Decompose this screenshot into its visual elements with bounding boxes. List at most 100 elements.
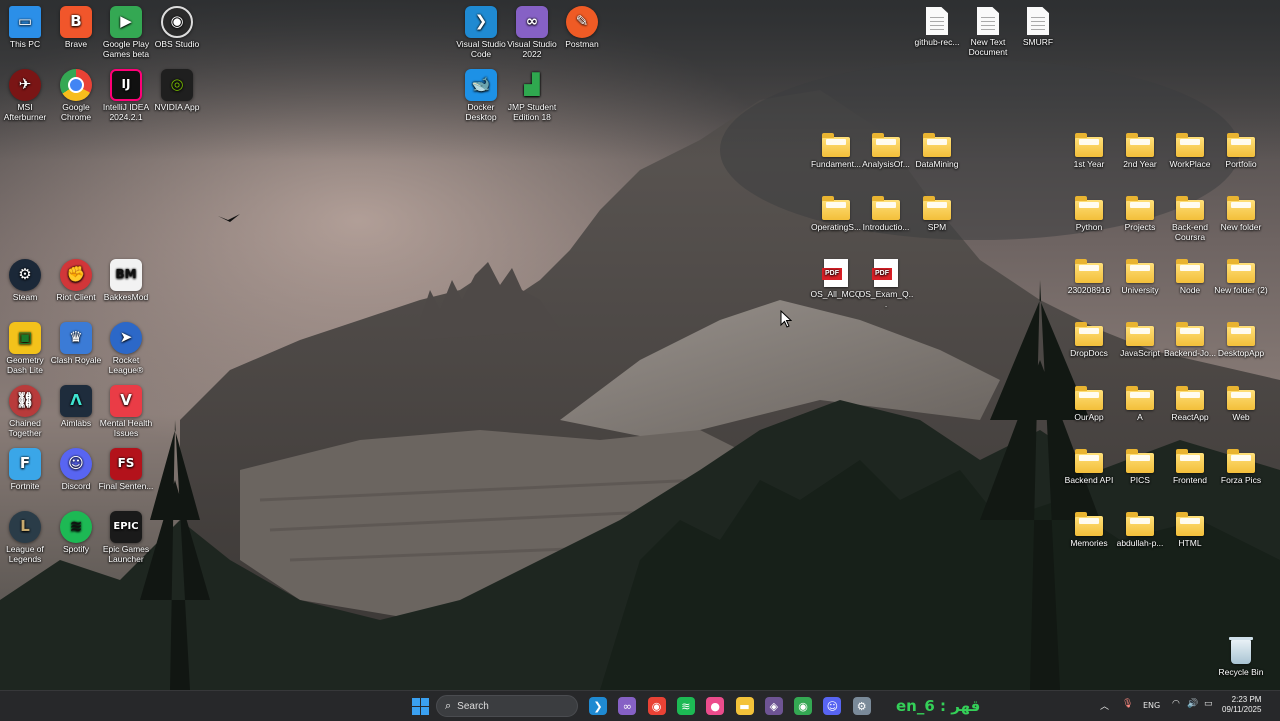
folder-icon	[1126, 133, 1154, 157]
taskbar-pink-app-button[interactable]: ●	[703, 694, 727, 718]
github-desktop-icon: ◈	[764, 697, 783, 715]
show-hidden-icons-chevron-icon[interactable]: ︿	[1100, 699, 1109, 712]
folder-icon	[1126, 259, 1154, 283]
folder-icon	[1126, 322, 1154, 346]
pdf-file-icon: PDF	[872, 259, 898, 287]
epic-games-icon: EPIC	[110, 511, 142, 543]
system-clock[interactable]: 2:23 PM 09/11/2025	[1222, 695, 1261, 715]
brave-lion-icon: B	[60, 6, 92, 38]
folder-icon	[1075, 386, 1103, 410]
start-button[interactable]	[408, 694, 432, 718]
chrome-icon	[60, 69, 92, 101]
search-placeholder: Search	[457, 700, 489, 712]
folder-icon	[1126, 512, 1154, 536]
folder-icon	[923, 133, 951, 157]
taskbar-vscode-button[interactable]: ❯	[586, 694, 610, 718]
folder-icon	[1075, 322, 1103, 346]
taskbar: ⌕ Search ❯ ∞ ◉ ≋ ● ▬ ◈ ◉ ☺ ⚙ en_6 : قهر ︿ 🎙 ENG ◠…	[0, 690, 1280, 721]
folder-icon	[1075, 196, 1103, 220]
taskbar-search-box[interactable]: ⌕ Search	[436, 695, 578, 717]
folder-icon	[1075, 512, 1103, 536]
desktop-folder[interactable]: Web	[1211, 381, 1271, 423]
clock-time: 2:23 PM	[1231, 695, 1262, 704]
folder-icon	[822, 196, 850, 220]
text-file-icon	[1027, 7, 1049, 35]
windows-logo-icon	[411, 697, 429, 715]
taskbar-chrome-button[interactable]: ◉	[645, 694, 669, 718]
spotify-icon: ≋	[676, 697, 695, 715]
computer-icon: ▭	[9, 6, 41, 38]
taskbar-chrome-profile-button[interactable]: ◉	[791, 694, 815, 718]
desktop-folder[interactable]: New folder (2)	[1211, 254, 1271, 296]
taskbar-github-desktop-button[interactable]: ◈	[762, 694, 786, 718]
desktop-folder-datamining[interactable]: DataMining	[907, 128, 967, 170]
jmp-icon: ▟	[524, 72, 540, 97]
desktop-icon-obs[interactable]: ◉ OBS Studio	[147, 2, 207, 50]
aimlabs-icon: Λ	[60, 385, 92, 417]
vscode-icon: ❯	[465, 6, 497, 38]
chrome-icon: ◉	[647, 697, 666, 715]
folder-icon	[1126, 449, 1154, 473]
fortnite-icon: F	[9, 448, 41, 480]
text-file-icon	[926, 7, 948, 35]
taskbar-settings-button[interactable]: ⚙	[850, 694, 874, 718]
desktop-icon-jmp[interactable]: ▟ JMP Student Edition 18	[502, 65, 562, 122]
postman-icon: ✎	[566, 6, 598, 38]
taskbar-widget-text[interactable]: en_6 : قهر	[896, 697, 980, 715]
desktop-icon-rocket-league[interactable]: ➤ Rocket League®	[96, 318, 156, 375]
folder-icon	[923, 196, 951, 220]
desktop-icon-recycle-bin[interactable]: Recycle Bin	[1211, 634, 1271, 678]
microphone-icon[interactable]: 🎙	[1122, 699, 1133, 709]
chrome-profile-icon: ◉	[794, 697, 813, 715]
desktop-file-os-exam-q[interactable]: PDF OS_Exam_Q...	[856, 254, 916, 309]
desktop-folder-spm[interactable]: SPM	[907, 191, 967, 233]
visual-studio-icon: ∞	[516, 6, 548, 38]
discord-icon: ☺	[823, 697, 842, 715]
valorant-icon: V	[110, 385, 142, 417]
wifi-icon[interactable]: ◠	[1172, 699, 1180, 709]
desktop-folder[interactable]: HTML	[1160, 507, 1220, 549]
desktop-icon-valorant[interactable]: V Mental Health Issues	[96, 381, 156, 438]
desktop-icon-bakkesmod[interactable]: BM BakkesMod	[96, 255, 156, 303]
file-explorer-icon: ▬	[735, 697, 754, 715]
spotify-icon: ≋	[60, 511, 92, 543]
desktop-icon-epic-games[interactable]: EPIC Epic Games Launcher	[96, 507, 156, 564]
desktop-folder[interactable]: Portfolio	[1211, 128, 1271, 170]
taskbar-visual-studio-button[interactable]: ∞	[615, 694, 639, 718]
volume-icon[interactable]: 🔊	[1187, 699, 1198, 709]
text-file-icon	[977, 7, 999, 35]
steam-icon: ⚙	[9, 259, 41, 291]
folder-icon	[1227, 449, 1255, 473]
folder-icon	[1176, 386, 1204, 410]
folder-icon	[1227, 259, 1255, 283]
folder-icon	[1176, 512, 1204, 536]
folder-icon	[1176, 259, 1204, 283]
taskbar-spotify-button[interactable]: ≋	[674, 694, 698, 718]
desktop-icon-final-sentence[interactable]: FS Final Senten...	[96, 444, 156, 492]
folder-icon	[872, 133, 900, 157]
docker-icon: 🐋	[465, 69, 497, 101]
folder-icon	[872, 196, 900, 220]
folder-icon	[1227, 322, 1255, 346]
obs-icon: ◉	[161, 6, 193, 38]
input-language-indicator[interactable]: ENG	[1143, 701, 1160, 710]
folder-icon	[1126, 386, 1154, 410]
search-icon: ⌕	[445, 699, 452, 712]
desktop-folder[interactable]: DesktopApp	[1211, 317, 1271, 359]
desktop-icon-postman[interactable]: ✎ Postman	[552, 2, 612, 50]
folder-icon	[822, 133, 850, 157]
nvidia-icon: ◎	[161, 69, 193, 101]
taskbar-discord-button[interactable]: ☺	[820, 694, 844, 718]
desktop-folder[interactable]: New folder	[1211, 191, 1271, 233]
desktop-icon-smurf[interactable]: SMURF	[1008, 2, 1068, 48]
desktop-folder[interactable]: Forza Pics	[1211, 444, 1271, 486]
desktop-icon-nvidia-app[interactable]: ◎ NVIDIA App	[147, 65, 207, 113]
pdf-file-icon: PDF	[822, 259, 848, 287]
afterburner-icon: ✈	[9, 69, 41, 101]
folder-icon	[1075, 133, 1103, 157]
clash-royale-icon: ♛	[60, 322, 92, 354]
battery-icon[interactable]: ▭	[1204, 699, 1213, 709]
taskbar-file-explorer-button[interactable]: ▬	[733, 694, 757, 718]
folder-icon	[1176, 322, 1204, 346]
mouse-pointer-icon	[780, 310, 792, 328]
